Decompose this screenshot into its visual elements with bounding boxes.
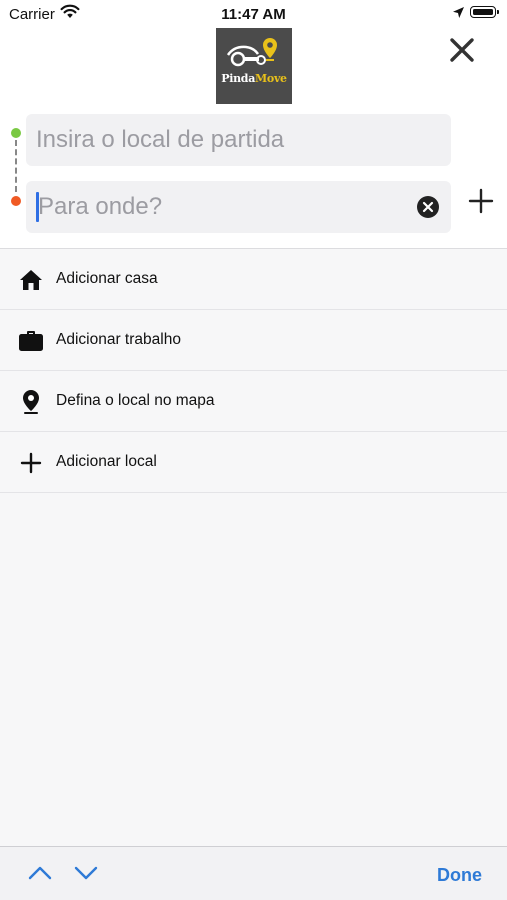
destination-input[interactable]: Para onde?: [26, 181, 451, 233]
search-panel: Carrier 11:47 AM PindaMove Insira o loca…: [0, 0, 507, 248]
route-connector: [15, 140, 17, 192]
list-item-set-on-map[interactable]: Defina o local no mapa: [0, 371, 507, 432]
add-stop-button[interactable]: [468, 188, 494, 214]
logo-wordmark: PindaMove: [221, 72, 287, 85]
home-icon: [20, 270, 42, 290]
done-button[interactable]: Done: [437, 865, 482, 886]
car-key-icon: [226, 38, 277, 67]
list-item-add-home[interactable]: Adicionar casa: [0, 249, 507, 310]
destination-dot: [11, 196, 21, 206]
battery-icon: [470, 6, 499, 18]
keyboard-toolbar: Done: [0, 846, 507, 900]
location-arrow-icon: [453, 7, 464, 18]
clock: 11:47 AM: [221, 6, 286, 23]
list-item-label: Defina o local no mapa: [56, 392, 215, 409]
list-item-label: Adicionar local: [56, 453, 157, 470]
origin-dot: [11, 128, 21, 138]
list-item-label: Adicionar trabalho: [56, 331, 181, 348]
close-button[interactable]: [446, 34, 478, 66]
clear-input-icon[interactable]: [417, 196, 439, 218]
chevron-down-icon[interactable]: [73, 863, 99, 883]
briefcase-icon: [19, 331, 43, 351]
shortcut-list: Adicionar casa Adicionar trabalho Defina…: [0, 249, 507, 493]
origin-placeholder: Insira o local de partida: [36, 126, 285, 153]
origin-input[interactable]: Insira o local de partida: [26, 114, 451, 166]
list-item-label: Adicionar casa: [56, 270, 158, 287]
destination-placeholder: Para onde?: [38, 193, 163, 220]
map-pin-icon: [23, 390, 39, 414]
list-item-add-place[interactable]: Adicionar local: [0, 432, 507, 493]
status-bar: Carrier 11:47 AM: [0, 0, 507, 28]
text-cursor: [36, 192, 39, 222]
plus-icon: [20, 452, 42, 474]
list-item-add-work[interactable]: Adicionar trabalho: [0, 310, 507, 371]
app-logo: PindaMove: [216, 28, 292, 104]
chevron-up-icon[interactable]: [27, 863, 53, 883]
